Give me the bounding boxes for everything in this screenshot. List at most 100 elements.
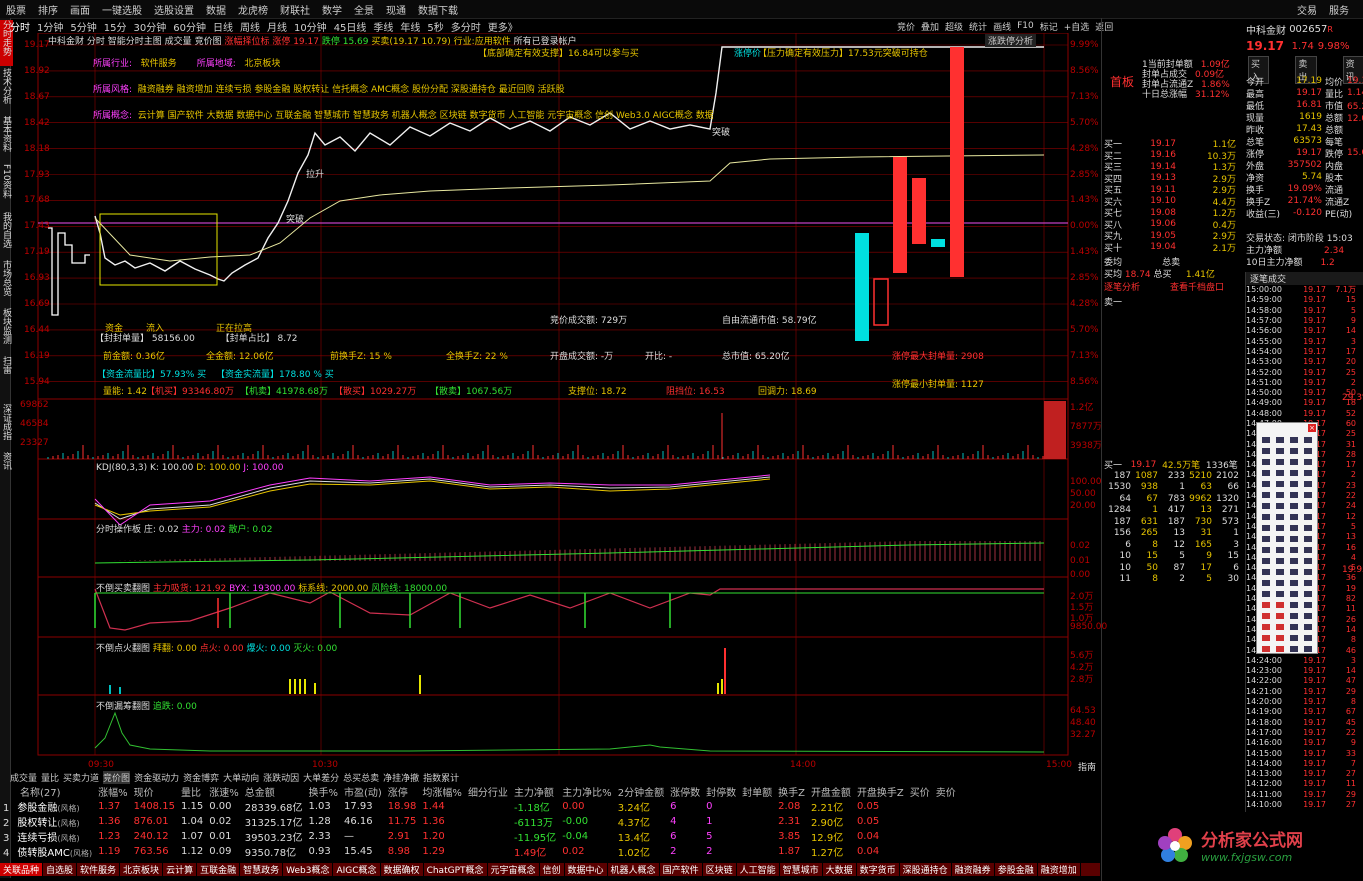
tool-icon[interactable]: [1290, 514, 1298, 520]
close-icon[interactable]: ×: [1308, 424, 1316, 432]
toolbar-right-0[interactable]: 竞价: [897, 20, 915, 33]
tool-icon[interactable]: [1276, 470, 1284, 476]
tool-icon[interactable]: [1290, 602, 1298, 608]
tab-period-7[interactable]: 周线: [240, 19, 260, 34]
indicator-tab-3[interactable]: 竞价图: [103, 771, 131, 784]
sector-tag-23[interactable]: 参股金融: [995, 863, 1038, 876]
tool-icon[interactable]: [1304, 437, 1312, 443]
tool-icon[interactable]: [1304, 547, 1312, 553]
table-header-cell[interactable]: 换手Z: [775, 784, 808, 799]
tab-period-6[interactable]: 日线: [213, 19, 233, 34]
tool-icon[interactable]: [1276, 437, 1284, 443]
table-header-cell[interactable]: 涨速%: [206, 784, 242, 799]
table-header-cell[interactable]: 换手%: [305, 784, 341, 799]
tool-icon[interactable]: [1304, 536, 1312, 542]
table-header-cell[interactable]: 均涨幅%: [419, 784, 465, 799]
tool-icon[interactable]: [1276, 514, 1284, 520]
menu-item-6[interactable]: 龙虎榜: [238, 2, 268, 17]
sector-tag-20[interactable]: 数字货币: [857, 863, 900, 876]
table-header-cell[interactable]: 2分钟金额: [615, 784, 667, 799]
tool-icon[interactable]: [1276, 459, 1284, 465]
tool-icon[interactable]: [1276, 503, 1284, 509]
tool-icon[interactable]: [1290, 624, 1298, 630]
tool-icon[interactable]: [1304, 514, 1312, 520]
tab-period-10[interactable]: 45日线: [334, 19, 367, 34]
sector-tag-2[interactable]: 软件服务: [77, 863, 121, 876]
tab-period-3[interactable]: 15分: [104, 19, 127, 34]
toolbar-right-3[interactable]: 统计: [969, 20, 987, 33]
table-header-cell[interactable]: 封单额: [739, 784, 775, 799]
tool-icon[interactable]: [1276, 448, 1284, 454]
menu-item-2[interactable]: 画面: [70, 2, 90, 17]
tool-icon[interactable]: [1262, 503, 1270, 509]
tool-icon[interactable]: [1290, 646, 1298, 652]
sector-tag-16[interactable]: 区块链: [703, 863, 737, 876]
tool-icon[interactable]: [1290, 536, 1298, 542]
tool-icon[interactable]: [1304, 602, 1312, 608]
tool-icon[interactable]: [1290, 569, 1298, 575]
sector-tag-10[interactable]: ChatGPT概念: [424, 863, 488, 876]
sector-tag-13[interactable]: 数据中心: [565, 863, 608, 876]
indicator-tab-11[interactable]: 指数累计: [423, 771, 459, 784]
table-row[interactable]: 1 参股金融(风格) 1.37 1408.15 1.15 0.00 28339.68亿 1.0…: [0, 799, 959, 814]
tab-period-4[interactable]: 30分钟: [133, 19, 166, 34]
table-header-cell[interactable]: 主力净额: [511, 784, 559, 799]
sector-tag-17[interactable]: 人工智能: [737, 863, 780, 876]
toolbar-right-2[interactable]: 超级: [945, 20, 963, 33]
indicator-tab-2[interactable]: 买卖力道: [63, 771, 99, 784]
tool-icon[interactable]: [1276, 591, 1284, 597]
sector-tag-14[interactable]: 机器人概念: [608, 863, 660, 876]
sector-tag-7[interactable]: Web3概念: [283, 863, 334, 876]
tool-icon[interactable]: [1276, 624, 1284, 630]
tool-icon[interactable]: [1276, 602, 1284, 608]
tool-icon[interactable]: [1304, 580, 1312, 586]
tool-icon[interactable]: [1262, 580, 1270, 586]
tool-icon[interactable]: [1262, 481, 1270, 487]
toolbar-right-4[interactable]: 画线: [993, 20, 1011, 33]
sector-tag-4[interactable]: 云计算: [163, 863, 198, 876]
bid-row[interactable]: 买十 19.04 2.1万: [1104, 242, 1236, 254]
menu-item-10[interactable]: 现通: [386, 2, 406, 17]
tool-icon[interactable]: [1290, 613, 1298, 619]
tab-depth-view[interactable]: 查看千档盘口: [1170, 280, 1224, 293]
sector-tag-24[interactable]: 融资增加: [1038, 863, 1081, 876]
tool-icon[interactable]: [1276, 547, 1284, 553]
tool-icon[interactable]: [1276, 569, 1284, 575]
tool-icon[interactable]: [1276, 635, 1284, 641]
guide-button[interactable]: 指南: [1078, 760, 1096, 773]
tab-period-5[interactable]: 60分钟: [173, 19, 206, 34]
menu-item-1[interactable]: 排序: [38, 2, 58, 17]
menu-item-3[interactable]: 一键选股: [102, 2, 142, 17]
menu-item-11[interactable]: 数据下载: [418, 2, 458, 17]
table-header-cell[interactable]: 涨停数: [667, 784, 703, 799]
tool-icon[interactable]: [1276, 481, 1284, 487]
tool-icon[interactable]: [1262, 536, 1270, 542]
sector-tag-0[interactable]: 关联品种: [0, 863, 44, 876]
tool-icon[interactable]: [1276, 558, 1284, 564]
toolbar-right-5[interactable]: F10: [1017, 21, 1034, 31]
table-header-cell[interactable]: 总金额: [242, 784, 306, 799]
table-header-cell[interactable]: 现价: [131, 784, 178, 799]
tool-icon[interactable]: [1304, 624, 1312, 630]
tool-icon[interactable]: [1290, 470, 1298, 476]
sector-tag-12[interactable]: 信创: [540, 863, 565, 876]
tool-icon[interactable]: [1304, 503, 1312, 509]
tool-icon[interactable]: [1276, 580, 1284, 586]
menu-item-7[interactable]: 财联社: [280, 2, 310, 17]
table-header-cell[interactable]: 涨幅%: [95, 784, 131, 799]
tool-icon[interactable]: [1304, 459, 1312, 465]
indicator-tab-8[interactable]: 大单差分: [303, 771, 339, 784]
tool-icon[interactable]: [1276, 525, 1284, 531]
tool-icon[interactable]: [1262, 635, 1270, 641]
menu-item-8[interactable]: 数学: [322, 2, 342, 17]
tool-icon[interactable]: [1262, 569, 1270, 575]
tab-period-14[interactable]: 多分时: [451, 19, 481, 34]
tool-icon[interactable]: [1262, 492, 1270, 498]
sector-tag-5[interactable]: 互联金融: [197, 863, 241, 876]
sector-tag-1[interactable]: 自选股: [43, 863, 78, 876]
tab-period-13[interactable]: 5秒: [427, 19, 443, 34]
limit-analysis-button[interactable]: 涨跌停分析: [985, 34, 1037, 47]
tool-icon[interactable]: [1290, 481, 1298, 487]
table-header-cell[interactable]: 市盈(动): [341, 784, 385, 799]
table-row[interactable]: 2 股权转让(风格) 1.36 876.01 1.04 0.02 31325.17亿 1.28…: [0, 814, 959, 829]
